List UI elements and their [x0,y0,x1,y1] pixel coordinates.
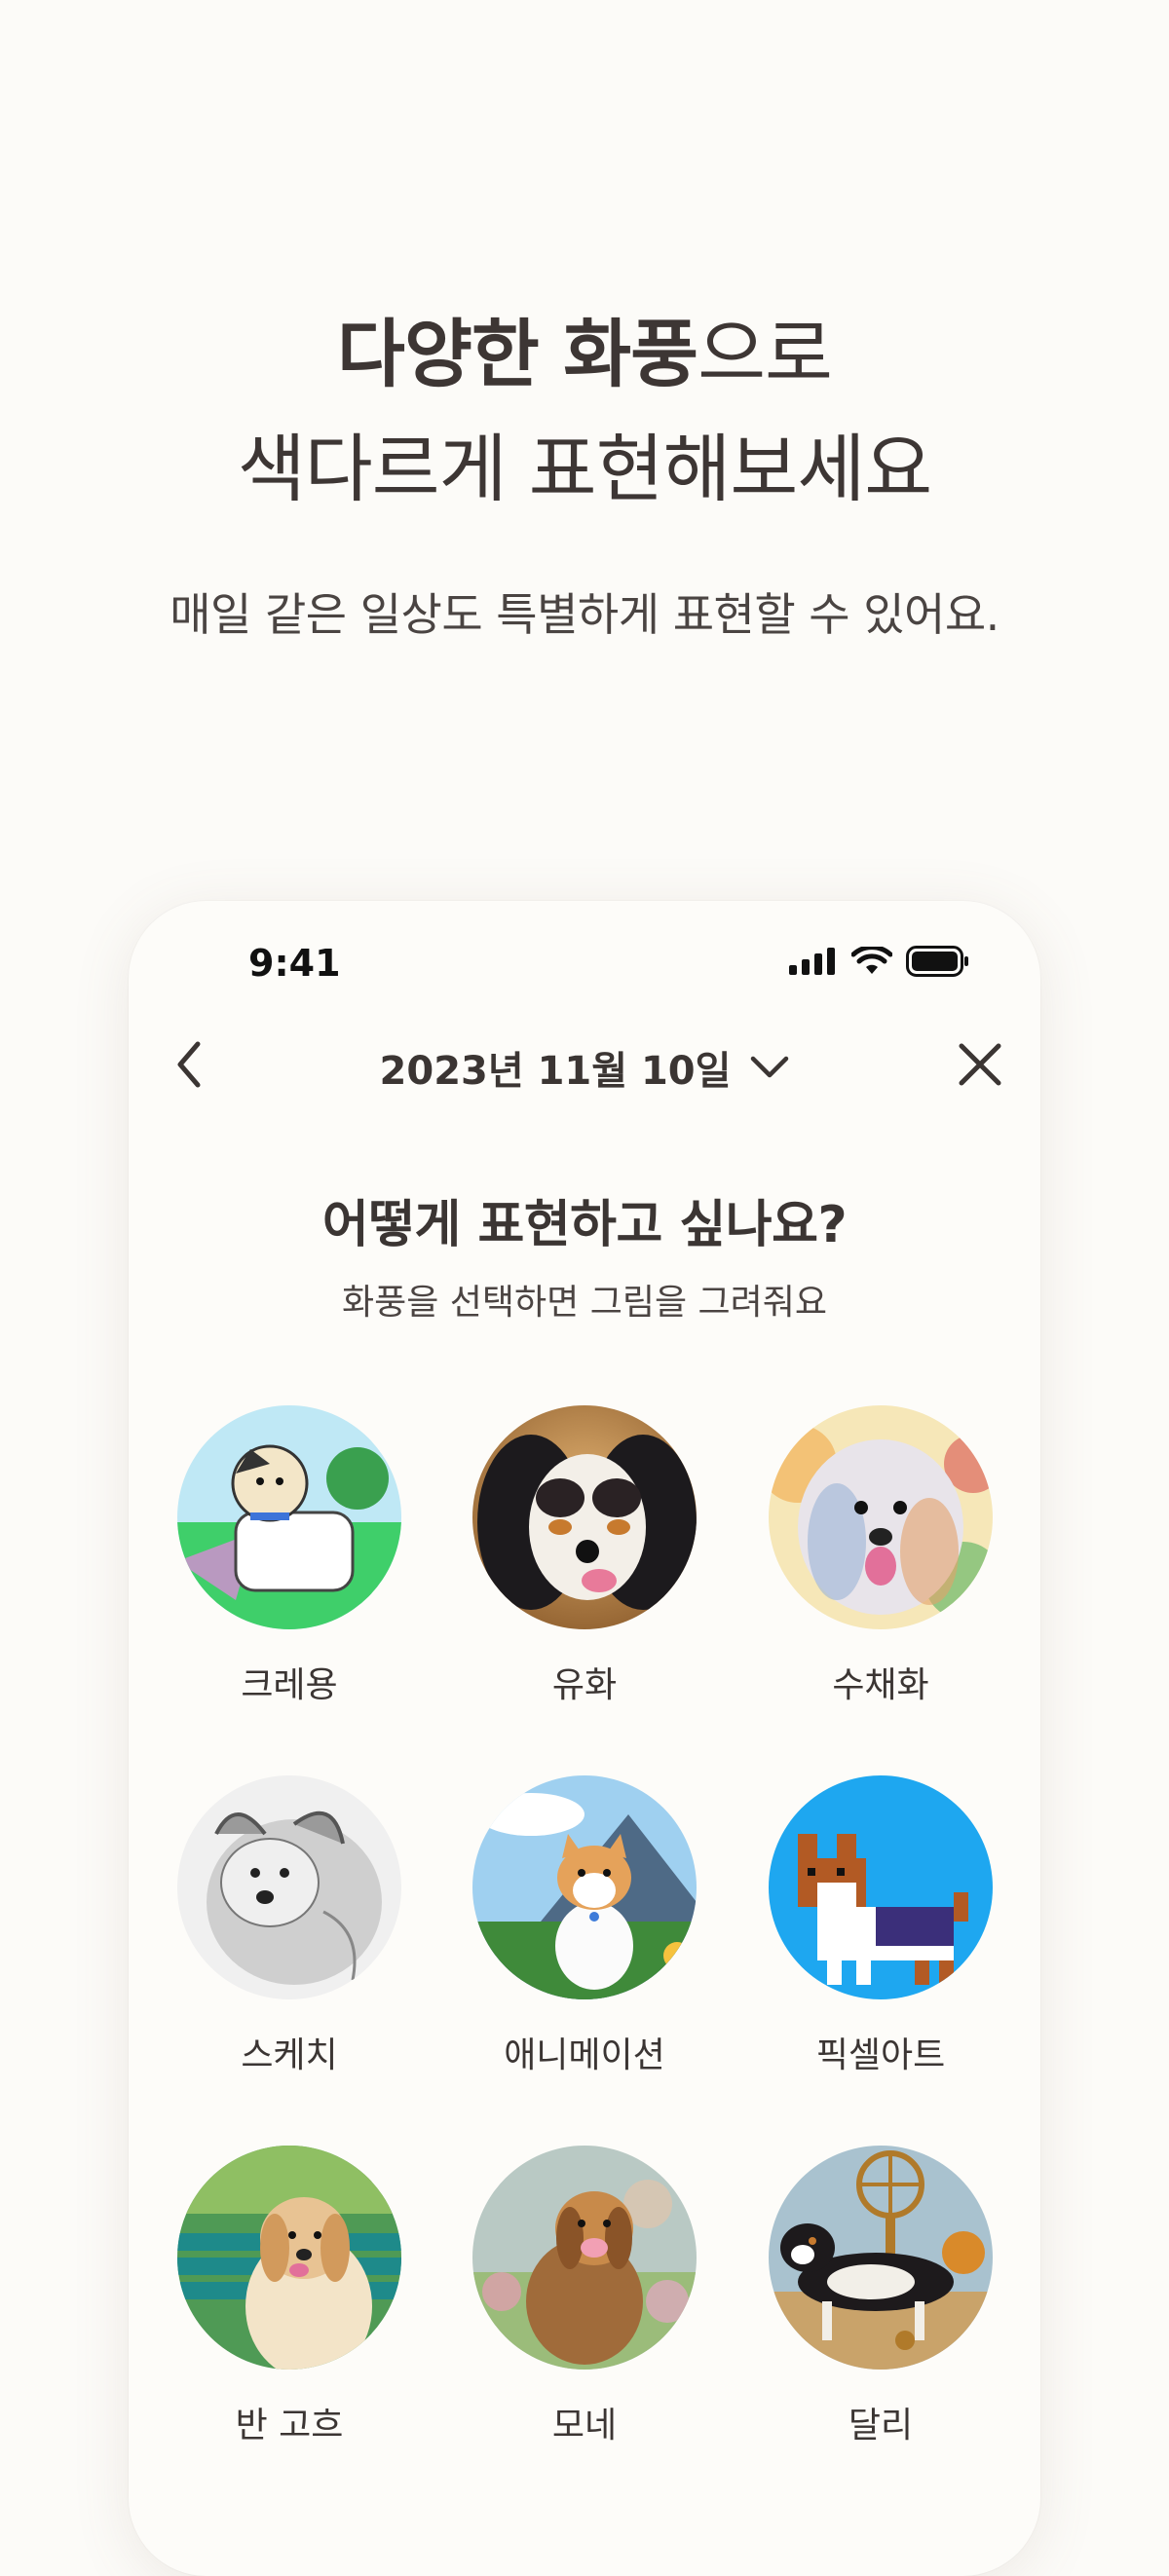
monet-dog-thumbnail [472,2146,697,2370]
date-selector[interactable]: 2023년 11월 10일 [129,1039,1040,1096]
style-option-pixel-art[interactable]: 픽셀아트 [754,1775,1007,2077]
style-option-van-gogh[interactable]: 반 고흐 [163,2146,416,2447]
wifi-icon [851,947,892,974]
style-option-watercolor[interactable]: 수채화 [754,1405,1007,1707]
question-subtitle: 화풍을 선택하면 그림을 그려줘요 [341,1283,827,1323]
headline-line2: 색다르게 표현해보세요 [237,426,932,512]
promo-subhead: 매일 같은 일상도 특별하게 표현할 수 있어요. [170,588,999,641]
style-option-crayon[interactable]: 크레용 [163,1405,416,1707]
style-label: 달리 [848,2406,914,2445]
style-label: 반 고흐 [235,2406,344,2445]
signal-icon [789,948,835,975]
headline-bold: 다양한 화풍 [337,311,698,397]
style-label: 애니메이션 [504,2035,665,2075]
oil-painting-dog-thumbnail [472,1405,697,1629]
status-icons [789,946,970,977]
style-label: 크레용 [241,1665,338,1705]
promo-headline: 다양한 화풍으로 색다르게 표현해보세요 [0,297,1169,527]
style-option-oil[interactable]: 유화 [458,1405,711,1707]
style-label: 모네 [551,2406,618,2445]
close-button[interactable] [951,1035,1009,1094]
style-option-monet[interactable]: 모네 [458,2146,711,2447]
style-label: 픽셀아트 [815,2035,946,2075]
sketch-dog-thumbnail [177,1775,401,1999]
watercolor-dog-thumbnail [769,1405,993,1629]
status-time: 9:41 [248,942,341,985]
close-icon [959,1043,1001,1086]
crayon-dog-thumbnail [177,1405,401,1629]
battery-icon [906,946,968,977]
chevron-down-icon [751,1056,789,1078]
style-label: 유화 [551,1665,618,1705]
pixel-art-dog-thumbnail [769,1775,993,1999]
style-option-sketch[interactable]: 스케치 [163,1775,416,2077]
animation-dog-thumbnail [472,1775,697,1999]
phone-frame: 9:41 2023년 11월 10일 어떻게 표현하고 싶나요? 화풍을 선택하… [129,901,1040,2576]
dali-dog-thumbnail [769,2146,993,2370]
style-label: 스케치 [241,2035,338,2075]
style-label: 수채화 [832,1665,929,1705]
style-option-animation[interactable]: 애니메이션 [458,1775,711,2077]
question-title: 어떻게 표현하고 싶나요? [321,1196,848,1254]
style-option-dali[interactable]: 달리 [754,2146,1007,2447]
van-gogh-dog-thumbnail [177,2146,401,2370]
headline-light: 으로 [698,311,833,397]
date-label: 2023년 11월 10일 [379,1049,732,1094]
